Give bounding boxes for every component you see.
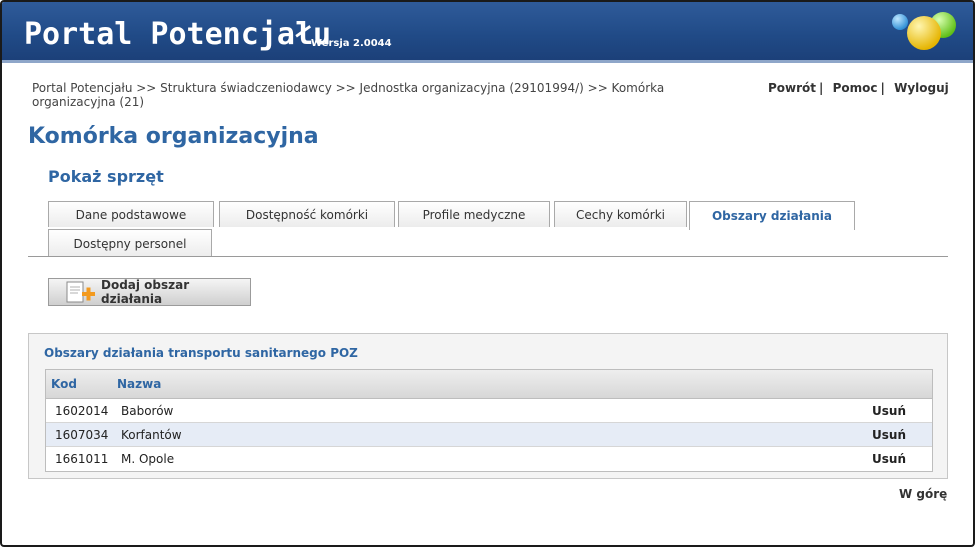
table-row: 1661011 M. Opole Usuń (46, 447, 932, 471)
cell-code: 1607034 (55, 428, 109, 442)
logout-link[interactable]: Wyloguj (894, 81, 949, 95)
table-header: Kod Nazwa (46, 370, 932, 399)
link-separator: | (819, 81, 824, 95)
tab-dostepnosc-komorki[interactable]: Dostępność komórki (219, 201, 395, 227)
areas-table: Kod Nazwa 1602014 Baborów Usuń 1607034 K… (45, 369, 933, 472)
delete-link[interactable]: Usuń (872, 452, 906, 466)
column-header-code[interactable]: Kod (51, 377, 77, 391)
scroll-to-top-link[interactable]: W górę (899, 487, 947, 501)
link-separator: | (880, 81, 885, 95)
cell-code: 1661011 (55, 452, 109, 466)
cell-code: 1602014 (55, 404, 109, 418)
tab-profile-medyczne[interactable]: Profile medyczne (398, 201, 550, 227)
cell-name: Korfantów (121, 428, 182, 442)
page-title: Komórka organizacyjna (28, 124, 319, 149)
cell-name: Baborów (121, 404, 174, 418)
app-version: Wersja 2.0044 (311, 38, 392, 49)
app-header: Portal Potencjału Wersja 2.0044 (2, 2, 973, 63)
page-subtitle: Pokaż sprzęt (48, 167, 164, 186)
top-links: Powrót | Pomoc | Wyloguj (768, 81, 949, 95)
panel-title: Obszary działania transportu sanitarnego… (44, 346, 358, 360)
tab-obszary-dzialania[interactable]: Obszary działania (689, 201, 855, 230)
app-window: Portal Potencjału Wersja 2.0044 Portal P… (0, 0, 975, 547)
table-row: 1602014 Baborów Usuń (46, 399, 932, 423)
tabs-divider (28, 256, 948, 257)
breadcrumb[interactable]: Portal Potencjału >> Struktura świadczen… (32, 81, 702, 109)
back-link[interactable]: Powrót (768, 81, 816, 95)
app-title: Portal Potencjału (24, 17, 332, 52)
delete-link[interactable]: Usuń (872, 428, 906, 442)
table-row: 1607034 Korfantów Usuń (46, 423, 932, 447)
add-area-button[interactable]: Dodaj obszar działania (48, 278, 251, 306)
tab-dane-podstawowe[interactable]: Dane podstawowe (48, 201, 214, 227)
areas-panel: Obszary działania transportu sanitarnego… (28, 333, 948, 479)
portal-logo-icon (892, 12, 956, 50)
column-header-name[interactable]: Nazwa (117, 377, 161, 391)
tab-cechy-komorki[interactable]: Cechy komórki (554, 201, 687, 227)
delete-link[interactable]: Usuń (872, 404, 906, 418)
help-link[interactable]: Pomoc (833, 81, 878, 95)
cell-name: M. Opole (121, 452, 175, 466)
add-document-icon (65, 281, 97, 303)
add-area-button-label: Dodaj obszar działania (101, 278, 190, 306)
tab-dostepny-personel[interactable]: Dostępny personel (48, 229, 212, 257)
